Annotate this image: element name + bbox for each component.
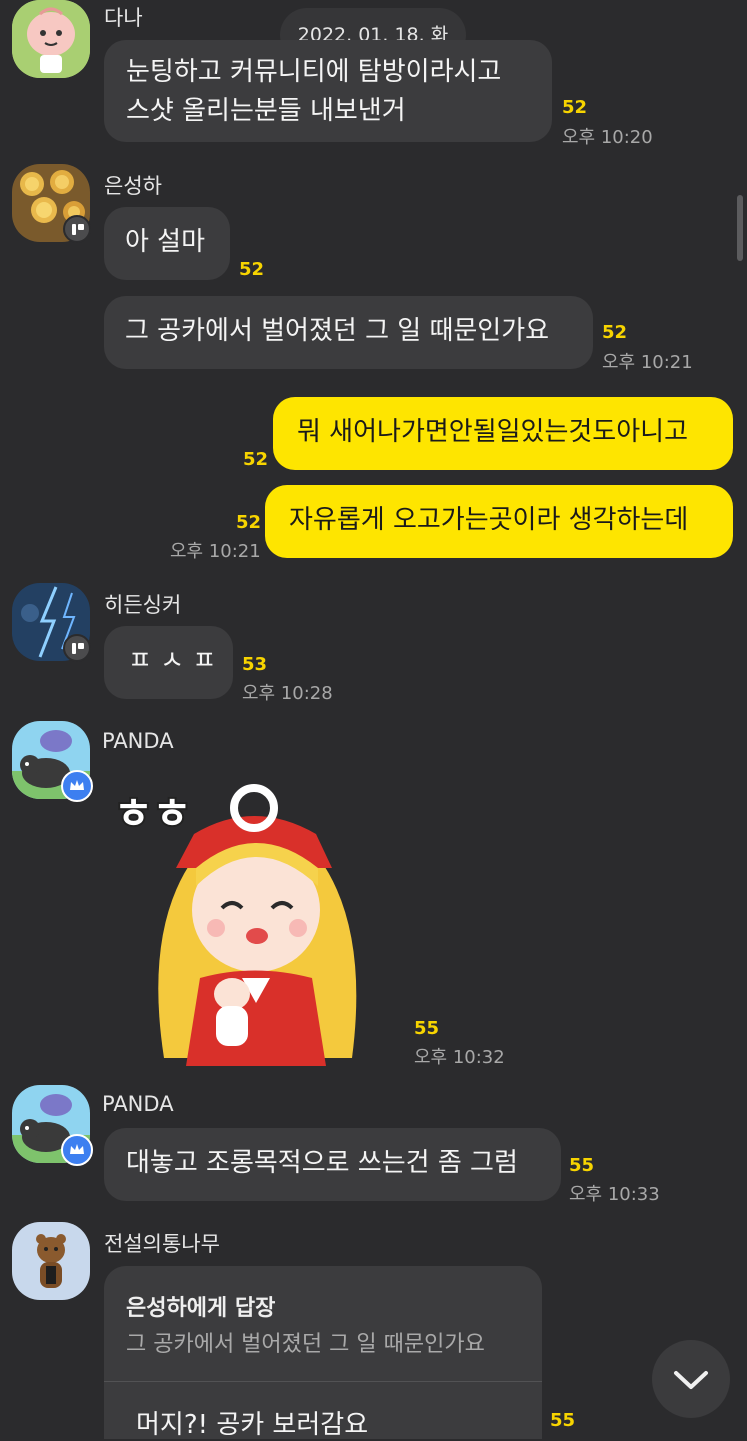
sender-name: PANDA: [102, 729, 174, 753]
reply-message-bubble[interactable]: 은성하에게 답장 그 공카에서 벌어졌던 그 일 때문인가요 머지?! 공카 보…: [104, 1266, 542, 1440]
unread-count: 52: [562, 97, 588, 118]
reply-target: 은성하에게 답장: [126, 1296, 276, 1321]
sticker-image: ㅎㅎ: [112, 784, 357, 1066]
sender-name: PANDA: [102, 1092, 174, 1116]
message-bubble[interactable]: 그 공카에서 벌어졌던 그 일 때문인가요: [104, 296, 593, 369]
sticker-text: ㅎㅎ: [114, 789, 191, 838]
message-bubble[interactable]: 눈팅하고 커뮤니티에 탐방이라시고 스샷 올리는분들 내보낸거: [104, 40, 552, 142]
sender-name: 은성하: [104, 174, 162, 198]
message-time: 오후 10:33: [569, 1184, 660, 1205]
avatar-legend-log[interactable]: [12, 1222, 90, 1300]
message-bubble[interactable]: 대놓고 조롱목적으로 쓰는건 좀 그럼: [104, 1128, 561, 1201]
my-message-bubble[interactable]: 자유롭게 오고가는곳이라 생각하는데: [265, 485, 733, 558]
reply-divider: [104, 1381, 542, 1382]
unread-count: 55: [569, 1155, 595, 1176]
blonde-girl-sticker[interactable]: ㅎㅎ: [104, 768, 404, 1066]
avatar-dana[interactable]: [12, 0, 90, 78]
unread-count: 55: [414, 1018, 440, 1039]
unread-count: 53: [242, 654, 268, 675]
message-time: 오후 10:32: [414, 1047, 505, 1068]
unread-count: 52: [239, 259, 265, 280]
crown-icon: [61, 770, 93, 802]
crown-icon: [61, 1134, 93, 1166]
scroll-to-bottom-button[interactable]: [652, 1340, 730, 1418]
unread-count: 52: [602, 322, 628, 343]
message-bubble[interactable]: ㅍ ㅅ ㅍ: [104, 626, 233, 699]
scrollbar[interactable]: [737, 195, 743, 261]
message-line: 스샷 올리는분들 내보낸거: [126, 96, 406, 126]
message-time: 오후 10:21: [170, 541, 261, 562]
chevron-down-icon: [674, 1371, 708, 1389]
sender-name: 다나: [104, 6, 143, 30]
message-time: 오후 10:28: [242, 683, 333, 704]
unread-count: 52: [236, 512, 262, 533]
sender-name: 전설의통나무: [104, 1232, 220, 1256]
peach-character-icon: [12, 0, 90, 78]
message-time: 오후 10:21: [602, 352, 693, 373]
message-line: 눈팅하고 커뮤니티에 탐방이라시고: [126, 57, 502, 87]
reply-quote: 그 공카에서 벌어졌던 그 일 때문인가요: [126, 1332, 485, 1357]
message-text: 머지?! 공카 보러감요: [136, 1410, 369, 1440]
message-time: 오후 10:20: [562, 127, 653, 148]
bear-standing-icon: [12, 1222, 90, 1300]
unread-count: 55: [550, 1410, 576, 1431]
profile-badge-icon: [63, 215, 91, 243]
message-bubble[interactable]: 아 설마: [104, 207, 230, 280]
unread-count: 52: [243, 449, 269, 470]
sender-name: 히든싱커: [104, 593, 182, 617]
my-message-bubble[interactable]: 뭐 새어나가면안될일있는것도아니고: [273, 397, 733, 470]
profile-badge-icon: [63, 634, 91, 662]
